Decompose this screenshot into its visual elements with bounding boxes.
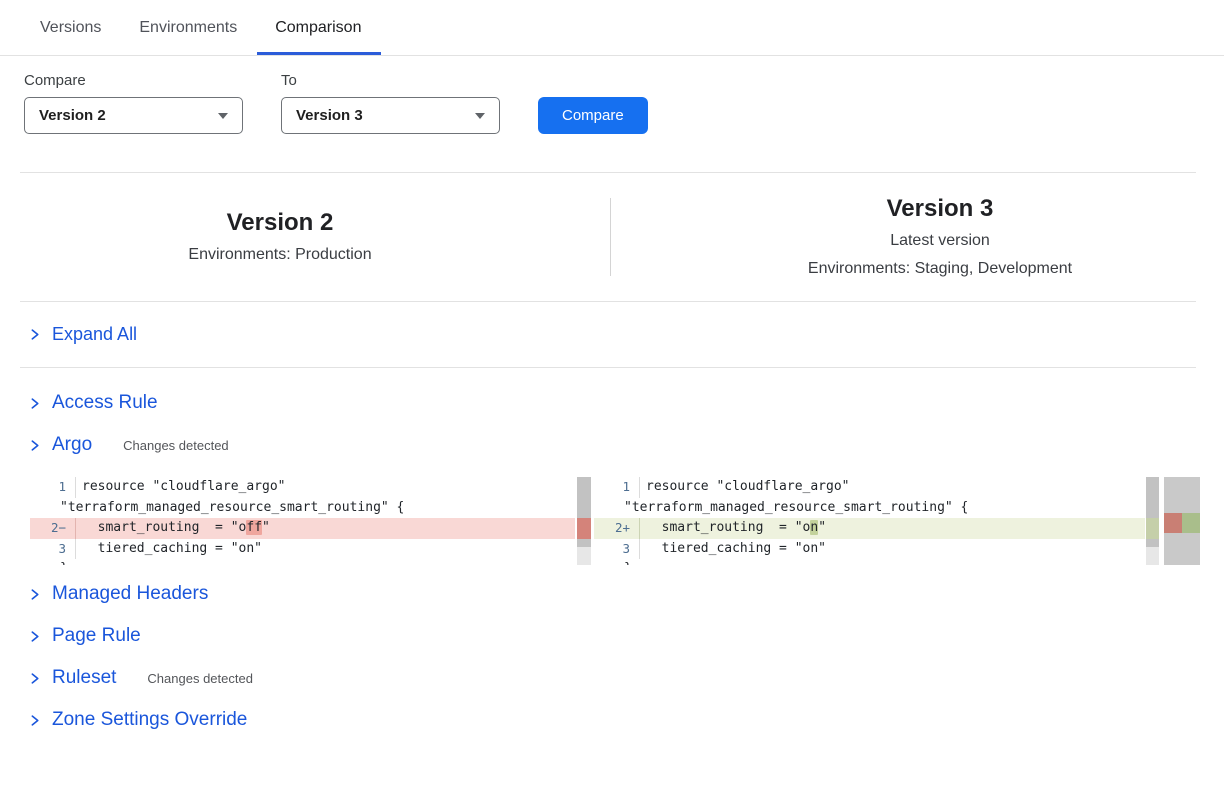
expand-all-toggle[interactable]: Expand All [0,302,1224,367]
section-label: Ruleset [52,666,116,690]
section-zone-settings-override[interactable]: Zone Settings Override [0,699,1224,741]
expand-all-label: Expand All [52,324,137,345]
changes-detected-badge: Changes detected [123,438,229,453]
compare-label: Compare [24,72,243,90]
section-argo[interactable]: Argo Changes detected [0,424,1224,466]
compare-button[interactable]: Compare [538,97,648,134]
version-headers: Version 2 Environments: Production Versi… [0,173,1224,301]
section-label: Zone Settings Override [52,708,247,732]
code-text: smart_routing = "on" [640,518,826,539]
tab-versions[interactable]: Versions [40,0,101,55]
code-text: resource "cloudflare_argo" [640,477,850,498]
added-line-marker [1146,518,1159,539]
chevron-down-icon [218,113,228,119]
diff-line-clipped: } [30,559,575,565]
code-text: smart_routing = "off" [76,518,270,539]
left-pane-scrollbar[interactable] [577,477,591,565]
compare-field: Compare Version 2 [24,72,243,134]
code-text: } [594,559,632,565]
line-number: 3 [30,539,76,560]
code-text: tiered_caching = "on" [640,539,826,560]
diff-line-clipped: } [594,559,1145,565]
section-ruleset[interactable]: Ruleset Changes detected [0,657,1224,699]
tab-comparison[interactable]: Comparison [275,0,361,55]
compare-version-select[interactable]: Version 2 [24,97,243,134]
section-label: Page Rule [52,624,141,648]
chevron-right-icon [28,328,41,341]
diff-line-wrap: "terraform_managed_resource_smart_routin… [594,498,1145,519]
tab-environments[interactable]: Environments [139,0,237,55]
line-number: 1 [30,477,76,498]
compare-version-value: Version 2 [39,107,106,124]
version-left-header: Version 2 Environments: Production [0,208,610,266]
version-right-title: Version 3 [656,194,1224,224]
section-label: Managed Headers [52,582,208,606]
overview-removed-marker [1164,513,1182,533]
sections-list: Access Rule Argo Changes detected 1 reso… [0,382,1224,741]
tab-bar: Versions Environments Comparison [0,0,1224,56]
argo-diff-viewer: 1 resource "cloudflare_argo" "terraform_… [30,477,1224,565]
changes-detected-badge: Changes detected [147,671,253,686]
chevron-right-icon [28,588,41,601]
chevron-right-icon [28,397,41,410]
diff-line-added: 2+ smart_routing = "on" [594,518,1145,539]
diff-line-removed: 2− smart_routing = "off" [30,518,575,539]
code-text: resource "cloudflare_argo" [76,477,286,498]
compare-form: Compare Version 2 To Version 3 Compare [24,72,1224,134]
diff-pane-left: 1 resource "cloudflare_argo" "terraform_… [30,477,575,565]
code-text: tiered_caching = "on" [76,539,262,560]
section-label: Argo [52,433,92,457]
to-version-value: Version 3 [296,107,363,124]
version-right-subtitle: Latest version [656,230,1224,252]
divider [20,367,1196,368]
line-number: 3 [594,539,640,560]
diff-line: 1 resource "cloudflare_argo" [30,477,575,498]
to-label: To [281,72,500,90]
right-pane-scrollbar[interactable] [1146,477,1159,565]
version-right-environments: Environments: Staging, Development [656,258,1224,280]
chevron-right-icon [28,439,41,452]
code-text: } [30,559,68,565]
diff-line: 3 tiered_caching = "on" [594,539,1145,560]
removed-word-highlight: ff [246,520,262,535]
to-version-select[interactable]: Version 3 [281,97,500,134]
diff-line-wrap: "terraform_managed_resource_smart_routin… [30,498,575,519]
section-page-rule[interactable]: Page Rule [0,615,1224,657]
line-number: 2− [30,518,76,539]
diff-line: 3 tiered_caching = "on" [30,539,575,560]
version-left-title: Version 2 [0,208,560,238]
diff-overview-ruler[interactable] [1164,477,1200,565]
diff-pane-right: 1 resource "cloudflare_argo" "terraform_… [594,477,1145,565]
line-number: 2+ [594,518,640,539]
section-managed-headers[interactable]: Managed Headers [0,573,1224,615]
code-text: "terraform_managed_resource_smart_routin… [594,498,968,519]
chevron-right-icon [28,630,41,643]
to-field: To Version 3 [281,72,500,134]
chevron-down-icon [475,113,485,119]
section-label: Access Rule [52,391,158,415]
code-text: "terraform_managed_resource_smart_routin… [30,498,404,519]
chevron-right-icon [28,672,41,685]
version-right-header: Version 3 Latest version Environments: S… [610,194,1224,280]
line-number: 1 [594,477,640,498]
chevron-right-icon [28,714,41,727]
version-left-environments: Environments: Production [0,244,560,266]
section-access-rule[interactable]: Access Rule [0,382,1224,424]
overview-added-marker [1182,513,1200,533]
removed-line-marker [577,518,591,539]
diff-line: 1 resource "cloudflare_argo" [594,477,1145,498]
